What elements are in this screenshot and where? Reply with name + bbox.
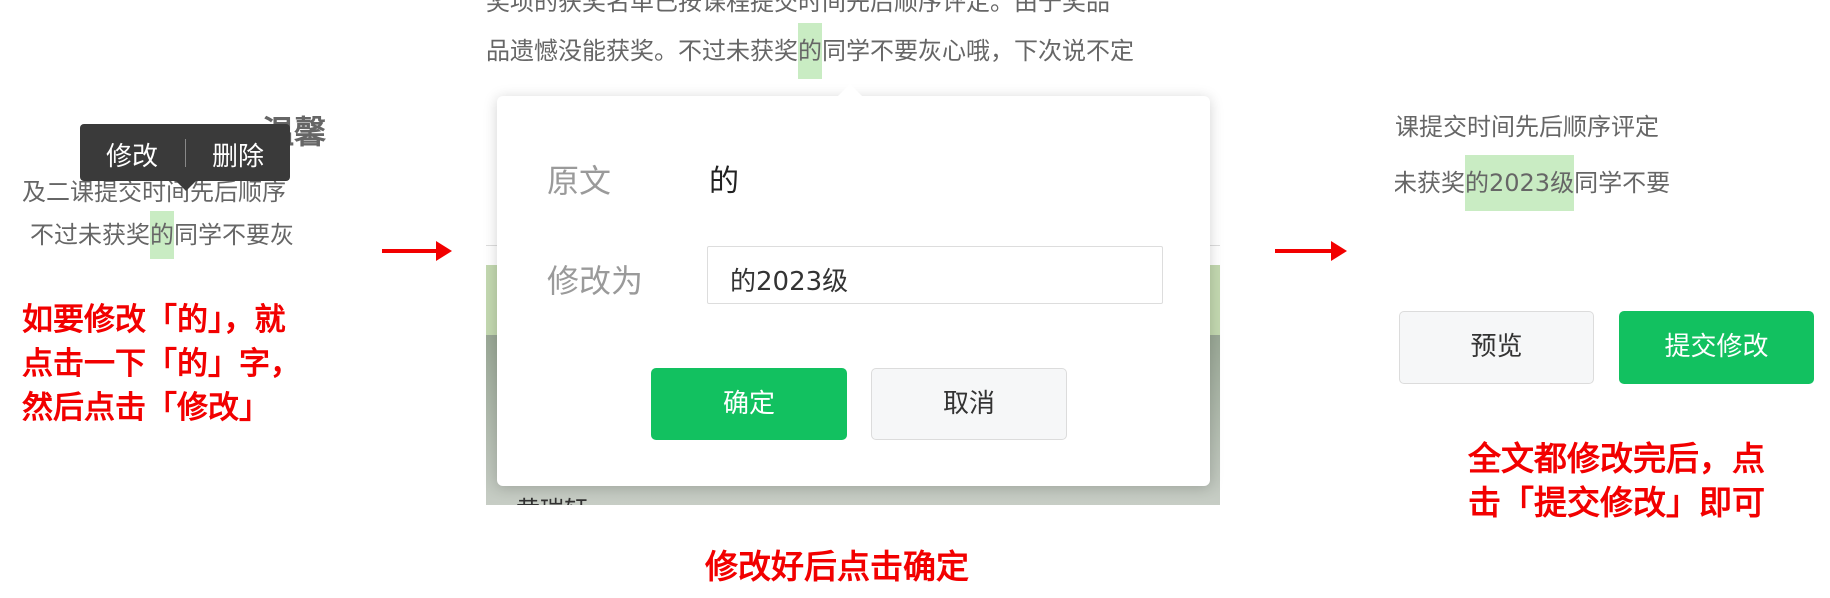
selected-word: 的 xyxy=(798,23,822,79)
article-line: 品遗憾没能获奖。不过未获奖的同学不要灰心哦，下次说不定 xyxy=(486,23,1134,79)
instruction-step-3: 全文都修改完后，点 击「提交修改」即可 xyxy=(1468,439,1765,522)
tooltip-caret xyxy=(176,181,196,191)
edit-tooltip: 修改 删除 xyxy=(80,124,290,191)
original-value: 的 xyxy=(709,164,739,199)
modify-input[interactable]: 的2023级 xyxy=(707,246,1163,304)
preview-button[interactable]: 预览 xyxy=(1399,311,1594,384)
article-top-line: 奖项的获奖名单已按课程提交时间先后顺序评定。由于奖品 xyxy=(486,0,1110,16)
confirm-button[interactable]: 确定 xyxy=(651,368,847,440)
article-line-2: 不过未获奖的同学不要灰 xyxy=(30,211,294,259)
cancel-button[interactable]: 取消 xyxy=(871,368,1067,440)
tooltip-edit-button[interactable]: 修改 xyxy=(106,136,158,173)
article-line-1: 课提交时间先后顺序评定 xyxy=(1395,113,1659,141)
tooltip-divider xyxy=(185,139,186,167)
arrow-right-2 xyxy=(1275,241,1347,261)
modified-word: 的2023级 xyxy=(1465,155,1575,211)
article-bottom-text: 黄瑞轩 xyxy=(516,490,588,505)
original-label: 原文 xyxy=(547,162,612,200)
tooltip-delete-button[interactable]: 删除 xyxy=(212,136,264,173)
dialog-caret xyxy=(837,84,863,97)
article-line-2: 未获奖的2023级同学不要 xyxy=(1395,155,1670,211)
submit-changes-button[interactable]: 提交修改 xyxy=(1619,311,1814,384)
arrow-right-1 xyxy=(382,241,452,261)
selected-word[interactable]: 的 xyxy=(150,211,174,259)
instruction-step-2: 修改好后点击确定 xyxy=(705,547,969,586)
edit-dialog: 原文 的 修改为 的2023级 确定 取消 xyxy=(497,84,1210,486)
instruction-step-1: 如要修改「的」，就 点击一下「的」字， 然后点击「修改」 xyxy=(22,302,301,426)
modify-label: 修改为 xyxy=(547,262,644,300)
